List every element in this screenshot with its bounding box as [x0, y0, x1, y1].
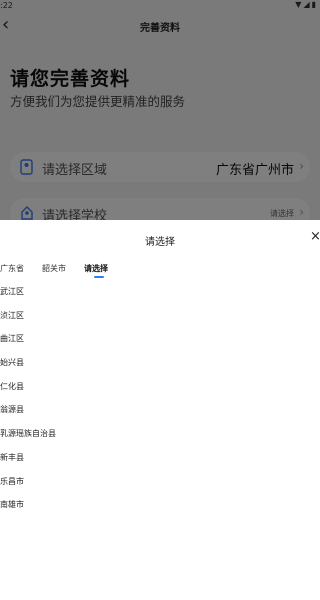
list-item[interactable]: 新丰县 [0, 452, 320, 476]
close-icon[interactable]: × [310, 230, 320, 244]
tab-province[interactable]: 广东省 [0, 263, 24, 274]
list-item[interactable]: 始兴县 [0, 357, 320, 381]
active-tab-indicator [94, 276, 104, 278]
list-item[interactable]: 翁源县 [0, 404, 320, 428]
list-item[interactable]: 乐昌市 [0, 476, 320, 500]
tab-city[interactable]: 韶关市 [42, 263, 66, 274]
list-item[interactable]: 仁化县 [0, 381, 320, 405]
list-item[interactable]: 曲江区 [0, 333, 320, 357]
list-item[interactable]: 浈江区 [0, 310, 320, 334]
region-picker-sheet: 请选择 × 广东省 韶关市 请选择 武江区 浈江区 曲江区 始兴县 仁化县 翁源… [0, 220, 320, 600]
tab-district[interactable]: 请选择 [84, 263, 108, 278]
list-item[interactable]: 乳源瑶族自治县 [0, 428, 320, 452]
sheet-title: 请选择 [145, 237, 175, 248]
district-list: 武江区 浈江区 曲江区 始兴县 仁化县 翁源县 乳源瑶族自治县 新丰县 乐昌市 … [0, 286, 320, 523]
list-item[interactable]: 武江区 [0, 286, 320, 310]
list-item[interactable]: 南雄市 [0, 499, 320, 523]
